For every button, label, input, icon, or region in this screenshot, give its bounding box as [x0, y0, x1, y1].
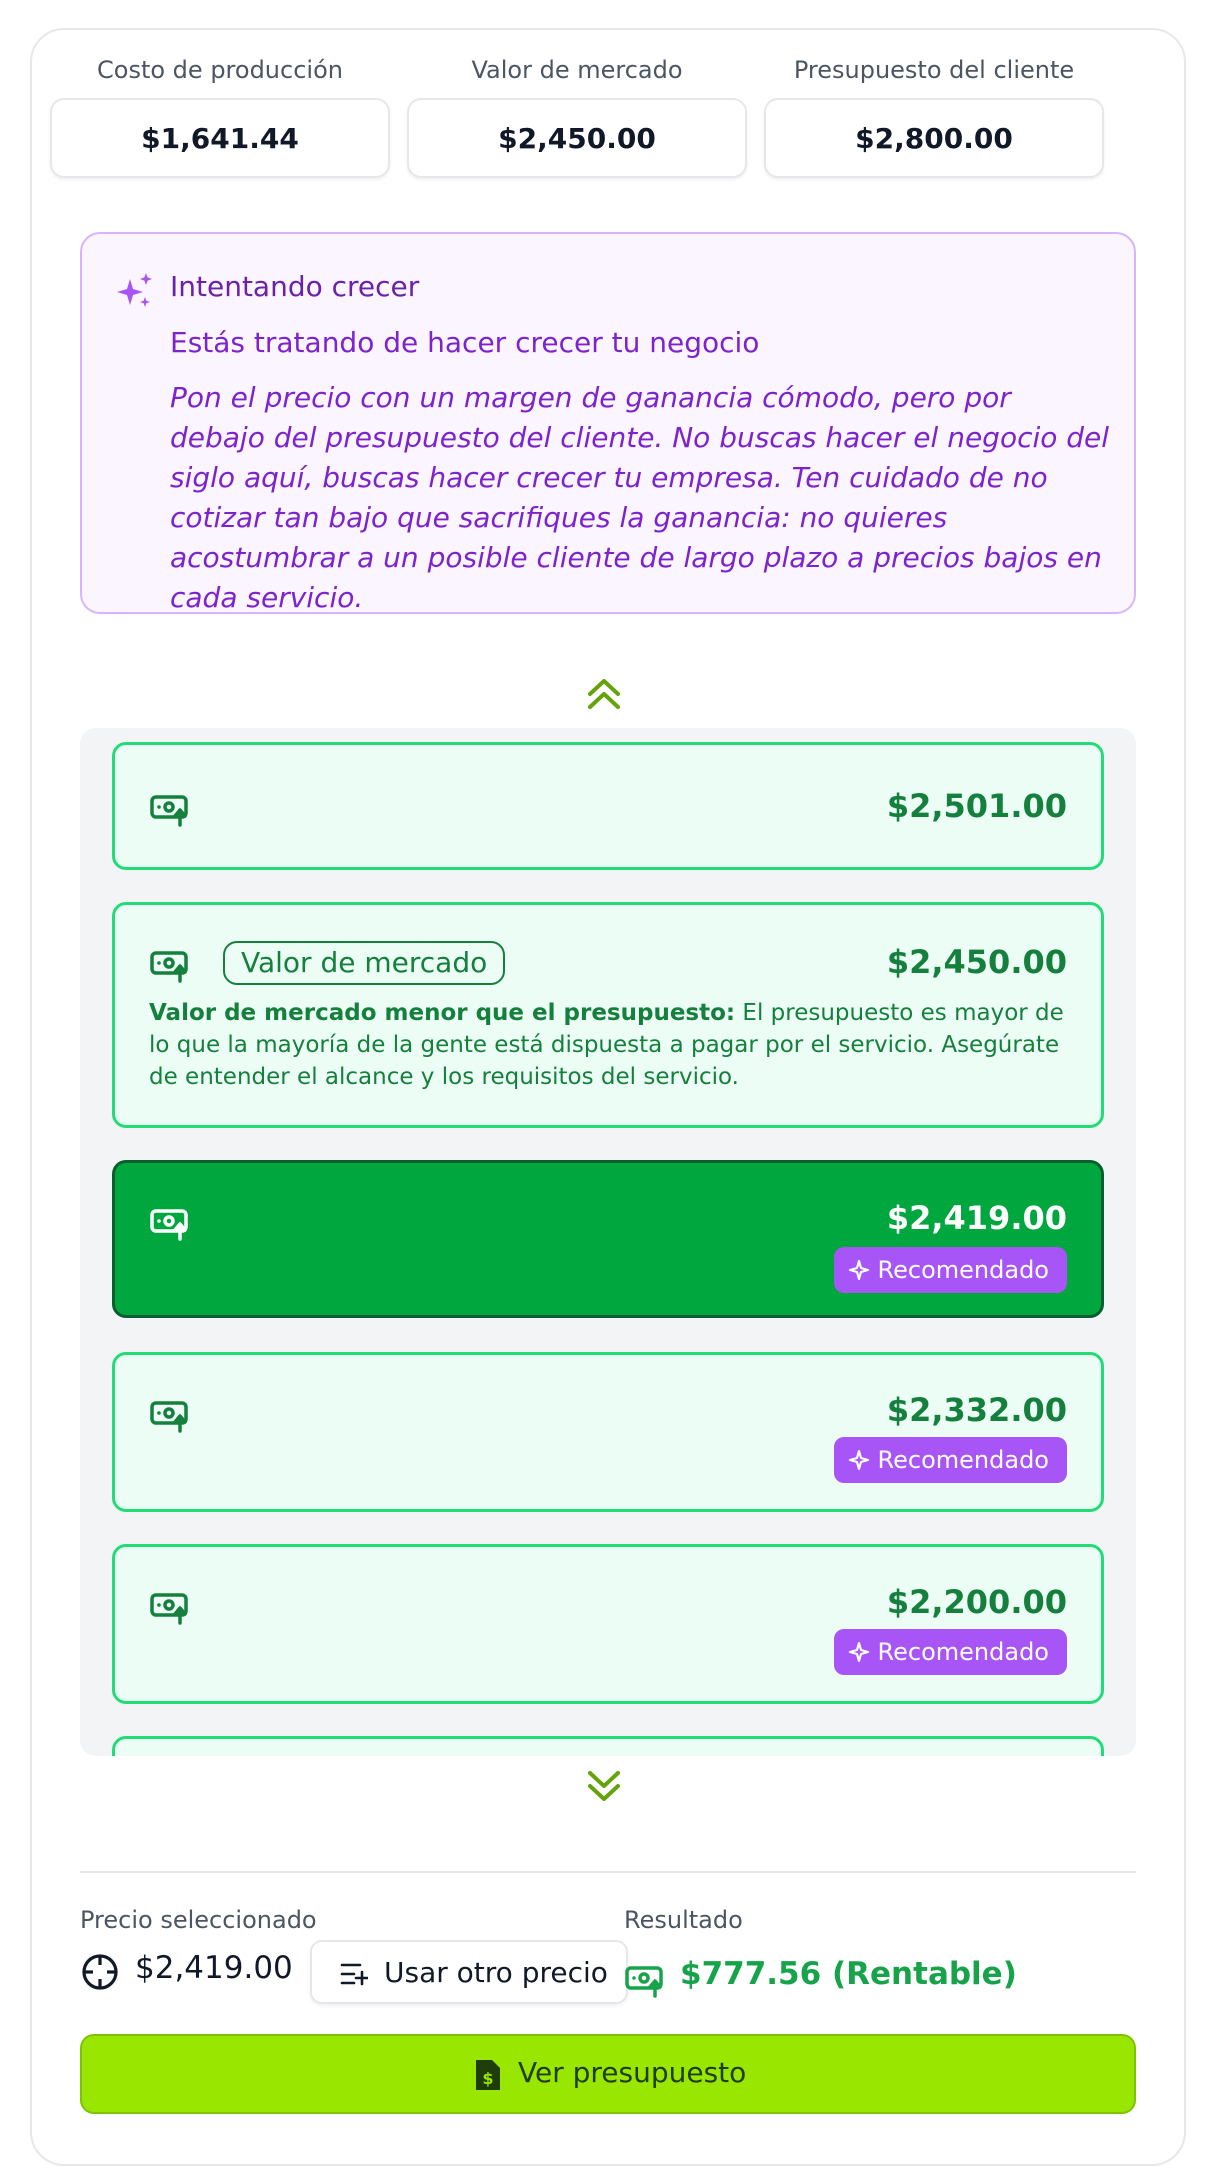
price-option[interactable]: $2,200.00 Recomendado: [112, 1544, 1104, 1704]
option-price: $2,501.00: [886, 787, 1067, 825]
metric-production-cost: Costo de producción $1,641.44: [50, 52, 390, 178]
metric-label: Costo de producción: [97, 56, 343, 84]
recommended-badge: Recomendado: [833, 1629, 1067, 1675]
crosshair-icon: [82, 1954, 118, 1990]
metric-label: Presupuesto del cliente: [793, 56, 1075, 84]
invoice-icon: $: [476, 2060, 500, 2090]
result-value: $777.56 (Rentable): [680, 1956, 1017, 1992]
money-up-icon: [150, 1593, 188, 1625]
result-label: Resultado: [624, 1906, 743, 1934]
price-options-list[interactable]: $2,501.00 Valor de mercado $2,450.00 Val…: [80, 728, 1136, 1756]
option-price: $2,450.00: [886, 943, 1067, 981]
recommended-badge: Recomendado: [833, 1247, 1067, 1293]
money-up-icon: [150, 1401, 188, 1433]
sparkle-icon: [848, 1259, 869, 1281]
money-up-icon: [150, 951, 188, 983]
metric-value: $2,800.00: [764, 98, 1104, 178]
badge-label: Recomendado: [877, 1256, 1049, 1284]
selected-price-label: Precio seleccionado: [80, 1906, 317, 1934]
option-price: $2,332.00: [886, 1391, 1067, 1429]
strategy-panel: Intentando crecer Estás tratando de hace…: [80, 232, 1136, 614]
price-option-partial[interactable]: [112, 1736, 1104, 1756]
money-up-icon: [150, 1209, 188, 1241]
metric-market-value: Valor de mercado $2,450.00: [407, 52, 747, 178]
metric-value: $1,641.44: [50, 98, 390, 178]
price-option[interactable]: $2,501.00: [112, 742, 1104, 870]
money-up-icon: [625, 1966, 663, 1998]
strategy-subtitle: Estás tratando de hacer crecer tu negoci…: [170, 326, 760, 359]
sparkles-icon: [117, 273, 152, 307]
option-price: $2,200.00: [886, 1583, 1067, 1621]
money-up-icon: [150, 795, 188, 827]
metric-client-budget: Presupuesto del cliente $2,800.00: [764, 52, 1104, 178]
svg-text:$: $: [482, 2069, 493, 2088]
metrics-row: Costo de producción $1,641.44 Valor de m…: [50, 52, 1104, 178]
price-option[interactable]: $2,332.00 Recomendado: [112, 1352, 1104, 1512]
recommended-badge: Recomendado: [833, 1437, 1067, 1483]
list-add-icon: [340, 1963, 368, 1986]
view-budget-label: Ver presupuesto: [518, 2056, 747, 2089]
note-heading: Valor de mercado menor que el presupuest…: [149, 1000, 736, 1026]
metric-value: $2,450.00: [407, 98, 747, 178]
view-budget-button[interactable]: $ Ver presupuesto: [80, 2034, 1136, 2114]
strategy-description: Pon el precio con un margen de ganancia …: [170, 381, 1110, 614]
badge-label: Recomendado: [877, 1446, 1049, 1474]
metric-label: Valor de mercado: [471, 56, 683, 84]
chevrons-down-icon[interactable]: [580, 1762, 628, 1810]
use-other-price-button[interactable]: Usar otro precio: [310, 1940, 628, 2004]
price-option-selected[interactable]: $2,419.00 Recomendado: [112, 1160, 1104, 1318]
badge-label: Recomendado: [877, 1638, 1049, 1666]
use-other-price-label: Usar otro precio: [384, 1956, 608, 1989]
chevrons-up-icon[interactable]: [580, 670, 628, 718]
sparkle-icon: [848, 1641, 869, 1663]
option-price: $2,419.00: [886, 1199, 1067, 1237]
strategy-title: Intentando crecer: [170, 270, 420, 303]
market-value-chip: Valor de mercado: [223, 941, 506, 985]
divider: [80, 1871, 1136, 1873]
selected-price-value: $2,419.00: [135, 1950, 293, 1986]
market-value-note: Valor de mercado menor que el presupuest…: [149, 997, 1079, 1093]
sparkle-icon: [848, 1449, 869, 1471]
price-option-market-value[interactable]: Valor de mercado $2,450.00 Valor de merc…: [112, 902, 1104, 1128]
